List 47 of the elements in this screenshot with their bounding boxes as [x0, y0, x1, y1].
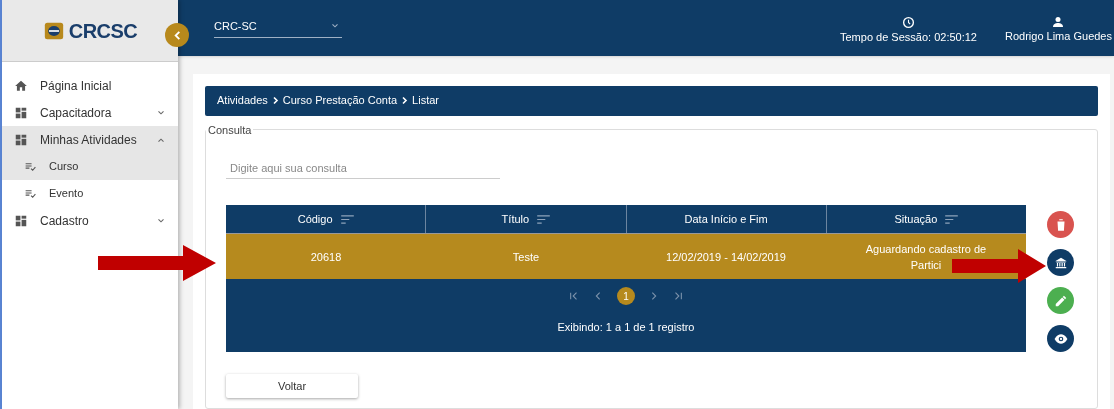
logo-mark-icon	[42, 20, 65, 41]
logo: CRCSC	[42, 15, 138, 46]
bank-icon	[1053, 255, 1068, 270]
chevron-right-icon	[400, 96, 410, 105]
bank-button[interactable]	[1047, 249, 1074, 276]
eye-icon	[1053, 331, 1068, 346]
column-header[interactable]: Situação	[825, 205, 1026, 233]
sidebar-item[interactable]: Página Inicial	[2, 72, 178, 99]
last-page-icon	[673, 291, 683, 301]
clock-icon	[902, 16, 915, 29]
delete-button[interactable]	[1047, 211, 1074, 238]
checklist-icon	[24, 160, 37, 173]
breadcrumb-link[interactable]: Listar	[412, 92, 439, 109]
back-button[interactable]: Voltar	[226, 374, 358, 398]
grid-icon	[14, 213, 28, 228]
table-cell-text: 12/02/2019 - 14/02/2019	[666, 249, 786, 265]
table-cell-text: Aguardando cadastro de Partici	[864, 241, 988, 273]
previous-page-icon	[593, 291, 603, 301]
panel-legend: Consulta	[206, 121, 254, 138]
user-name: Rodrigo Lima Guedes	[1005, 28, 1112, 44]
column-header[interactable]: Título	[425, 205, 626, 233]
home-icon	[14, 78, 28, 93]
column-header[interactable]: Data Início e Fim	[625, 205, 826, 233]
sidebar-item[interactable]: Capacitadora	[2, 99, 178, 126]
first-page-icon	[569, 291, 579, 301]
view-button[interactable]	[1047, 325, 1074, 352]
column-header[interactable]: Código	[226, 205, 426, 233]
sidebar-subitem[interactable]: Evento	[2, 180, 178, 207]
chevron-left-icon	[171, 29, 183, 41]
next-page-icon	[649, 291, 659, 301]
grid-icon	[14, 105, 28, 120]
table-cell-text: 20618	[310, 249, 342, 265]
edit-button[interactable]	[1047, 287, 1074, 314]
table-cell-text: Teste	[512, 249, 540, 265]
breadcrumb-link[interactable]: Atividades	[217, 92, 268, 109]
pencil-icon	[1053, 293, 1068, 308]
sidebar-subitem[interactable]: Curso	[2, 153, 178, 180]
search-field[interactable]: Digite aqui sua consulta	[226, 160, 500, 179]
session-time: Tempo de Sessão: 02:50:12	[840, 30, 977, 45]
record-count: Exibindo: 1 a 1 de 1 registro	[557, 320, 695, 335]
checklist-icon	[24, 187, 37, 200]
grid-icon	[14, 132, 28, 147]
breadcrumb-link[interactable]: Curso Prestação Conta	[282, 92, 398, 109]
user-icon	[1052, 15, 1065, 28]
sidebar-item[interactable]: Minhas Atividades	[2, 126, 178, 153]
sidebar-item[interactable]: Cadastro	[2, 207, 178, 234]
organization-select[interactable]: CRC-SC	[214, 18, 342, 38]
